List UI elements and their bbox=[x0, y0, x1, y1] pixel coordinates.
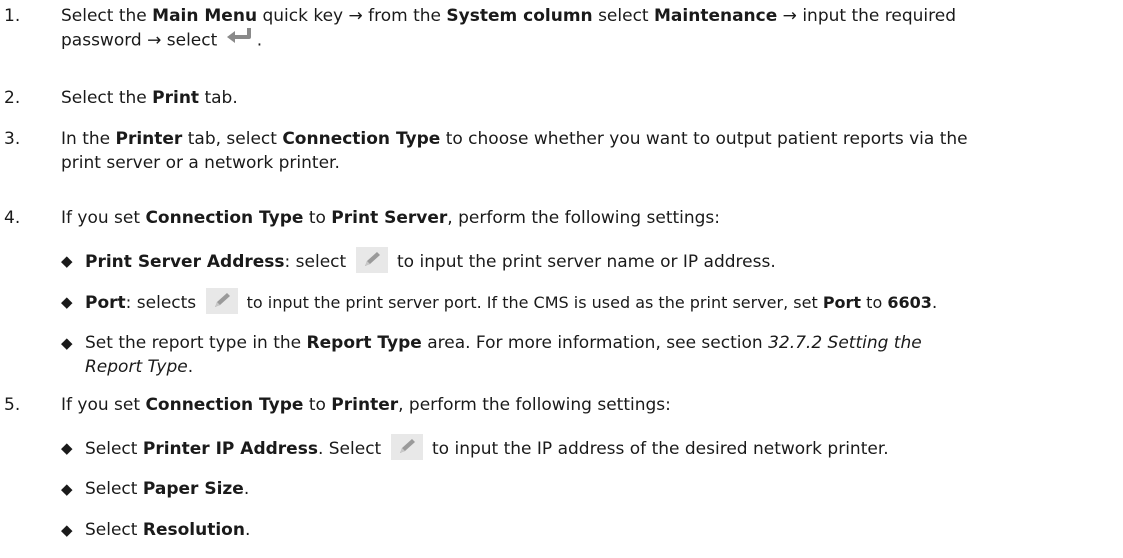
section-reference: 32.7.2 Setting the bbox=[768, 333, 922, 353]
pencil-icon bbox=[355, 247, 388, 273]
text: to input the print server port. If the C… bbox=[241, 293, 823, 312]
text: Set the report type in the bbox=[85, 333, 307, 353]
bold-term: Maintenance bbox=[654, 6, 778, 26]
bullet-icon: ◆ bbox=[61, 293, 73, 311]
bold-term: System column bbox=[446, 6, 593, 26]
text: to bbox=[303, 208, 332, 228]
text: : select bbox=[284, 252, 352, 272]
bold-term: Print bbox=[152, 88, 200, 108]
step-number: 4. bbox=[4, 208, 21, 228]
text: to input the print server name or IP add… bbox=[391, 252, 776, 272]
text: : selects bbox=[125, 293, 202, 313]
text: tab. bbox=[199, 88, 238, 108]
step-number: 3. bbox=[4, 129, 21, 149]
section-reference: Report Type bbox=[85, 357, 188, 377]
step-number: 2. bbox=[4, 88, 21, 108]
bold-term: Report Type bbox=[306, 333, 422, 353]
bullet-text: Print Server Address: select to input th… bbox=[85, 247, 1115, 275]
text: → input the required bbox=[777, 6, 956, 26]
text: tab, select bbox=[182, 129, 283, 149]
text: to bbox=[861, 293, 888, 312]
bullet-text: Port: selects to input the print server … bbox=[85, 288, 1115, 316]
bold-term: Connection Type bbox=[145, 395, 304, 415]
bold-term: Printer bbox=[331, 395, 399, 415]
step-text: Select the Print tab. bbox=[61, 86, 1111, 110]
enter-arrow-icon bbox=[225, 26, 255, 51]
step-text: In the Printer tab, select Connection Ty… bbox=[61, 127, 1111, 175]
bold-term: Print Server bbox=[331, 208, 448, 228]
text: print server or a network printer. bbox=[61, 153, 340, 173]
bold-term: Print Server Address bbox=[85, 252, 285, 272]
text: Select the bbox=[61, 88, 153, 108]
text: . bbox=[256, 30, 263, 51]
text: , perform the following settings: bbox=[398, 395, 671, 415]
bold-term: Port bbox=[822, 293, 862, 312]
text: . bbox=[243, 479, 250, 499]
step-number: 5. bbox=[4, 395, 21, 415]
text: Select bbox=[85, 479, 143, 499]
text: In the bbox=[61, 129, 116, 149]
step-text: If you set Connection Type to Print Serv… bbox=[61, 206, 1111, 230]
text: quick key → from the bbox=[257, 6, 447, 26]
bold-term: Printer bbox=[115, 129, 183, 149]
step-text: Select the Main Menu quick key → from th… bbox=[61, 4, 1111, 53]
bullet-text: Select Paper Size. bbox=[85, 477, 1115, 501]
text: select bbox=[592, 6, 654, 26]
pencil-icon bbox=[205, 288, 238, 314]
text: , perform the following settings: bbox=[447, 208, 721, 228]
bold-term: Printer IP Address bbox=[142, 439, 318, 459]
text: to choose whether you want to output pat… bbox=[440, 129, 968, 149]
bullet-icon: ◆ bbox=[61, 521, 73, 539]
bullet-text: Select Resolution. bbox=[85, 518, 1115, 542]
bold-term: 6603 bbox=[887, 293, 932, 312]
step-text: If you set Connection Type to Printer, p… bbox=[61, 393, 1111, 417]
bullet-icon: ◆ bbox=[61, 480, 73, 498]
bullet-text: Set the report type in the Report Type a… bbox=[85, 331, 1115, 379]
text: Select the bbox=[61, 6, 153, 26]
text: . Select bbox=[317, 439, 387, 459]
bullet-icon: ◆ bbox=[61, 334, 73, 352]
text: If you set bbox=[61, 208, 146, 228]
bold-term: Main Menu bbox=[152, 6, 258, 26]
text: . bbox=[187, 357, 194, 377]
text: Select bbox=[85, 439, 143, 459]
bold-term: Resolution bbox=[142, 520, 245, 540]
text: Select bbox=[85, 520, 143, 540]
bullet-icon: ◆ bbox=[61, 252, 73, 270]
bold-term: Connection Type bbox=[145, 208, 304, 228]
text: . bbox=[244, 520, 251, 540]
bullet-icon: ◆ bbox=[61, 439, 73, 457]
bold-term: Paper Size bbox=[142, 479, 244, 499]
step-number: 1. bbox=[4, 6, 21, 26]
text: If you set bbox=[61, 395, 146, 415]
bullet-text: Select Printer IP Address. Select to inp… bbox=[85, 434, 1115, 462]
text: password → select bbox=[61, 30, 223, 51]
text: area. For more information, see section bbox=[421, 333, 769, 353]
bold-term: Connection Type bbox=[282, 129, 441, 149]
bold-term: Port bbox=[85, 293, 126, 313]
pencil-icon bbox=[390, 434, 423, 460]
text: to input the IP address of the desired n… bbox=[426, 439, 889, 459]
text: . bbox=[931, 293, 938, 313]
text: to bbox=[303, 395, 332, 415]
